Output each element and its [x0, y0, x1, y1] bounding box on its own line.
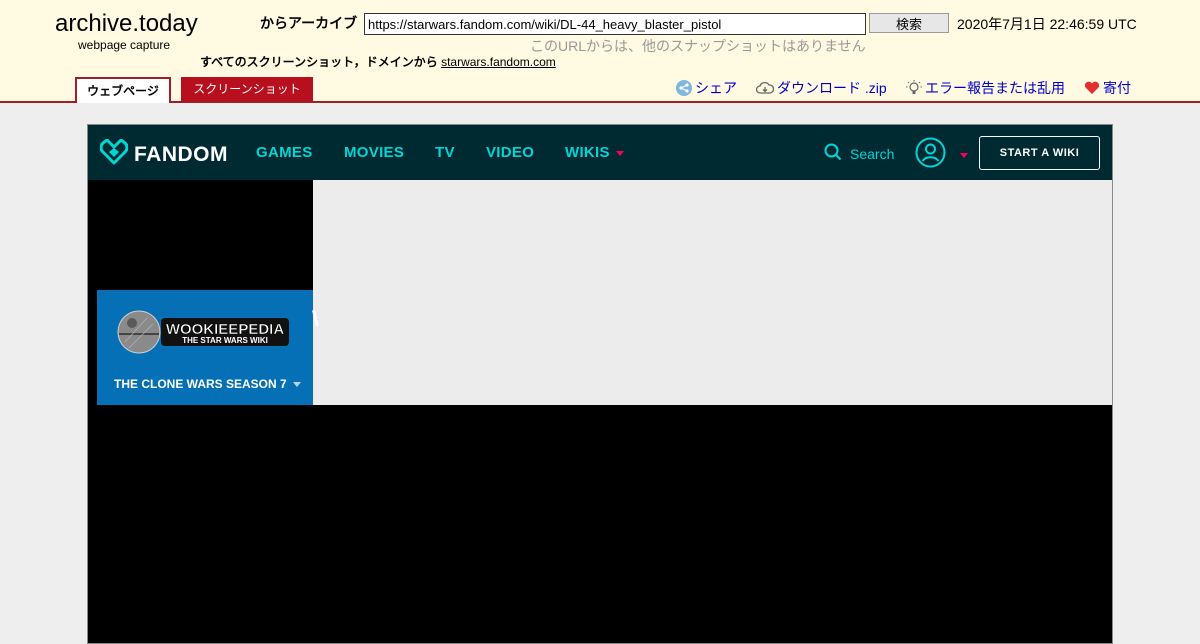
tab-screenshot[interactable]: スクリーンショット: [181, 77, 313, 101]
clipped-heading-glyph: W: [312, 307, 318, 331]
all-screenshots-label: すべてのスクリーンショット，ドメインから: [200, 55, 438, 69]
nav-games[interactable]: GAMES: [256, 144, 313, 161]
wiki-dropdown-label: THE CLONE WARS SEASON 7: [114, 377, 287, 391]
nav-movies[interactable]: MOVIES: [344, 144, 404, 161]
share-icon: [676, 80, 692, 96]
wiki-dropdown[interactable]: THE CLONE WARS SEASON 7: [114, 377, 301, 391]
fandom-heart-icon: [99, 138, 129, 170]
chevron-down-icon: [615, 150, 624, 156]
user-avatar-icon: [915, 137, 946, 173]
page-content-placeholder: [313, 180, 1112, 405]
start-a-wiki-button[interactable]: START A WIKI: [979, 136, 1100, 170]
nav-wikis-label: WIKIS: [565, 144, 610, 161]
wiki-header: WOOKIEEPEDIA THE STAR WARS WIKI THE CLON…: [97, 290, 313, 405]
search-label: Search: [850, 145, 895, 162]
nav-tv[interactable]: TV: [435, 144, 455, 161]
archive-from-label: からアーカイブ: [260, 15, 358, 31]
fandom-search[interactable]: Search: [824, 143, 894, 164]
fandom-logo-text: FANDOM: [134, 142, 228, 166]
fandom-logo[interactable]: FANDOM: [99, 138, 228, 170]
user-menu[interactable]: [915, 137, 968, 173]
domain-link[interactable]: starwars.fandom.com: [441, 55, 556, 69]
no-other-snapshots-text: このURLからは、他のスナップショットはありません: [530, 38, 866, 54]
download-link[interactable]: ダウンロード .zip: [756, 78, 887, 98]
captured-page-frame: FANDOM GAMES MOVIES TV VIDEO WIKIS Searc…: [87, 124, 1113, 644]
nav-wikis[interactable]: WIKIS: [565, 144, 624, 161]
archive-brand-subtitle: webpage capture: [78, 38, 171, 52]
donate-link[interactable]: 寄付: [1084, 78, 1131, 98]
archive-header: archive.today webpage capture からアーカイブ 検索…: [0, 0, 1200, 103]
share-label: シェア: [695, 80, 737, 96]
download-label: ダウンロード .zip: [777, 80, 887, 96]
wookieepedia-logo[interactable]: WOOKIEEPEDIA THE STAR WARS WIKI: [117, 308, 292, 358]
heart-icon: [1084, 81, 1100, 95]
capture-timestamp: 2020年7月1日 22:46:59 UTC: [957, 16, 1137, 32]
all-screenshots-line: すべてのスクリーンショット，ドメインから starwars.fandom.com: [200, 53, 556, 70]
search-icon: [824, 143, 842, 164]
report-link[interactable]: エラー報告または乱用: [906, 78, 1065, 98]
lightbulb-icon: [906, 80, 922, 96]
share-link[interactable]: シェア: [676, 78, 737, 98]
chevron-down-icon: [292, 382, 301, 388]
fandom-global-nav: FANDOM GAMES MOVIES TV VIDEO WIKIS Searc…: [88, 125, 1112, 180]
search-button[interactable]: 検索: [869, 13, 949, 33]
nav-video[interactable]: VIDEO: [486, 144, 534, 161]
cloud-download-icon: [756, 81, 774, 95]
archive-brand-title[interactable]: archive.today: [55, 10, 198, 38]
wiki-logo-sub: THE STAR WARS WIKI: [182, 336, 268, 345]
chevron-down-icon: [960, 152, 968, 158]
tab-webpage[interactable]: ウェブページ: [75, 77, 171, 103]
donate-label: 寄付: [1103, 80, 1131, 96]
report-label: エラー報告または乱用: [925, 80, 1065, 96]
url-input[interactable]: [364, 13, 866, 35]
